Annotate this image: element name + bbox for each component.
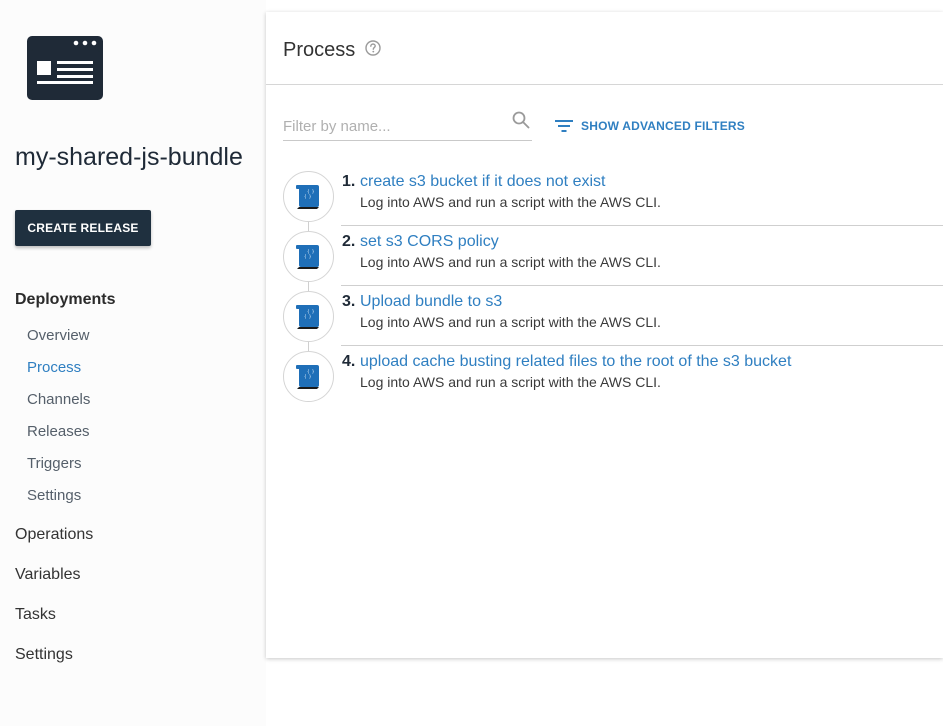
- nav-item-process[interactable]: Process: [27, 359, 81, 376]
- help-circle-icon[interactable]: [365, 40, 381, 56]
- step-row: { } { } 2. set s3 CORS policy Log into A…: [283, 231, 943, 291]
- step-title-link[interactable]: upload cache busting related files to th…: [360, 353, 791, 371]
- sidebar: my-shared-js-bundle CREATE RELEASE Deplo…: [0, 0, 266, 726]
- nav-section-variables[interactable]: Variables: [15, 566, 81, 584]
- step-row: { } { } 1. create s3 bucket if it does n…: [283, 171, 943, 231]
- nav-section-deployments[interactable]: Deployments: [15, 291, 115, 309]
- step-title-link[interactable]: Upload bundle to s3: [360, 293, 502, 311]
- create-release-button[interactable]: CREATE RELEASE: [15, 210, 151, 246]
- step-icon-circle: { } { }: [283, 351, 334, 402]
- step-description: Log into AWS and run a script with the A…: [360, 374, 661, 390]
- filter-field: [283, 110, 532, 141]
- browser-window-icon: [27, 36, 103, 100]
- step-icon-circle: { } { }: [283, 171, 334, 222]
- project-name: my-shared-js-bundle: [15, 143, 243, 171]
- step-number: 4.: [342, 353, 356, 370]
- aws-cli-script-icon: { } { }: [296, 245, 319, 269]
- nav-item-overview[interactable]: Overview: [27, 327, 90, 344]
- step-number: 1.: [342, 173, 356, 190]
- step-number: 2.: [342, 233, 356, 250]
- step-divider: [341, 225, 943, 226]
- svg-text:{ }: { }: [304, 314, 311, 319]
- step-title-link[interactable]: create s3 bucket if it does not exist: [360, 173, 605, 191]
- aws-cli-script-icon: { } { }: [296, 305, 319, 329]
- aws-cli-script-icon: { } { }: [296, 365, 319, 389]
- step-description: Log into AWS and run a script with the A…: [360, 254, 661, 270]
- step-description: Log into AWS and run a script with the A…: [360, 314, 661, 330]
- step-title-link[interactable]: set s3 CORS policy: [360, 233, 499, 251]
- step-divider: [341, 285, 943, 286]
- show-advanced-filters-button[interactable]: SHOW ADVANCED FILTERS: [554, 117, 745, 135]
- nav-item-triggers[interactable]: Triggers: [27, 455, 81, 472]
- process-panel: Process SHOW ADVANCED FILTERS { }: [266, 12, 943, 658]
- advanced-filters-label: SHOW ADVANCED FILTERS: [581, 119, 745, 133]
- svg-text:{ }: { }: [304, 254, 311, 259]
- aws-cli-script-icon: { } { }: [296, 185, 319, 209]
- step-icon-circle: { } { }: [283, 291, 334, 342]
- nav-section-tasks[interactable]: Tasks: [15, 606, 56, 624]
- nav-section-settings[interactable]: Settings: [15, 646, 73, 664]
- header-divider: [266, 84, 943, 85]
- step-number: 3.: [342, 293, 356, 310]
- nav-item-channels[interactable]: Channels: [27, 391, 90, 408]
- svg-text:{ }: { }: [304, 194, 311, 199]
- filter-lines-icon: [555, 120, 573, 132]
- nav-item-releases[interactable]: Releases: [27, 423, 90, 440]
- page-title: Process: [283, 39, 356, 61]
- nav-section-operations[interactable]: Operations: [15, 526, 93, 544]
- filter-by-name-input[interactable]: [283, 114, 503, 138]
- step-row: { } { } 3. Upload bundle to s3 Log into …: [283, 291, 943, 351]
- step-icon-circle: { } { }: [283, 231, 334, 282]
- nav-item-deployment-settings[interactable]: Settings: [27, 487, 81, 504]
- step-divider: [341, 345, 943, 346]
- search-icon[interactable]: [511, 110, 531, 130]
- step-row: { } { } 4. upload cache busting related …: [283, 351, 943, 411]
- svg-text:{ }: { }: [304, 374, 311, 379]
- step-description: Log into AWS and run a script with the A…: [360, 194, 661, 210]
